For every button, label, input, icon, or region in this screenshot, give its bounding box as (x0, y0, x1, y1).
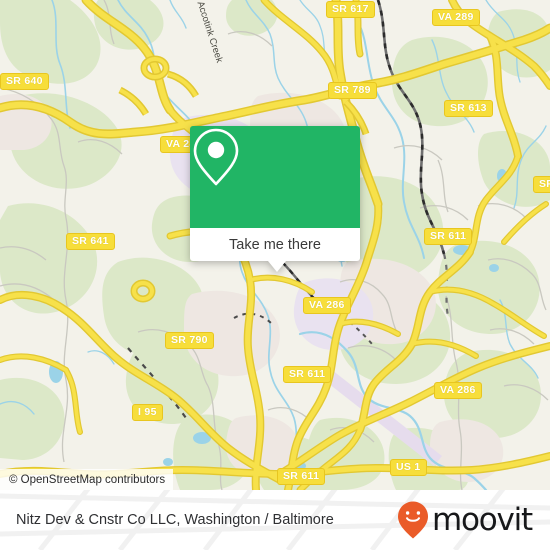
road-shield: VA 286 (303, 297, 351, 314)
road-shield: VA 286 (434, 382, 482, 399)
road-shield: SR 617 (326, 1, 375, 18)
moovit-brand: moovit (396, 500, 533, 540)
osm-attribution[interactable]: © OpenStreetMap contributors (0, 469, 174, 490)
road-shield: SR 641 (66, 233, 115, 250)
popup-pointer-tail (268, 261, 286, 272)
map-screenshot: Accotink Creek SR 617 VA 289 SR 640 SR 789 S… (0, 0, 550, 550)
location-popup-card[interactable]: Take me there (190, 126, 360, 272)
road-shield: SR 790 (165, 332, 214, 349)
moovit-pin-smiley-icon (397, 501, 428, 539)
road-shield: I 95 (132, 404, 163, 421)
popup-action-row[interactable]: Take me there (190, 228, 360, 261)
footer-bar: Nitz Dev & Cnstr Co LLC, Washington / Ba… (0, 490, 550, 550)
road-shield: SR 613 (444, 100, 493, 117)
road-shield: US 1 (390, 459, 427, 476)
map-pin-icon (193, 128, 239, 186)
map-canvas[interactable]: Accotink Creek SR 617 VA 289 SR 640 SR 789 S… (0, 0, 550, 490)
moovit-wordmark: moovit (431, 501, 533, 538)
road-shield: SR 786 (533, 176, 550, 193)
take-me-there-label: Take me there (229, 236, 321, 253)
road-shield: SR 611 (424, 228, 473, 245)
road-shield: SR 640 (0, 73, 49, 90)
road-shield: SR 611 (277, 468, 326, 485)
road-shield: SR 611 (283, 366, 332, 383)
osm-attribution-text: © OpenStreetMap contributors (9, 473, 166, 486)
road-shield: VA 289 (432, 9, 480, 26)
road-shield: SR 789 (328, 82, 377, 99)
popup-header (190, 126, 360, 228)
place-title: Nitz Dev & Cnstr Co LLC, Washington / Ba… (16, 512, 334, 528)
